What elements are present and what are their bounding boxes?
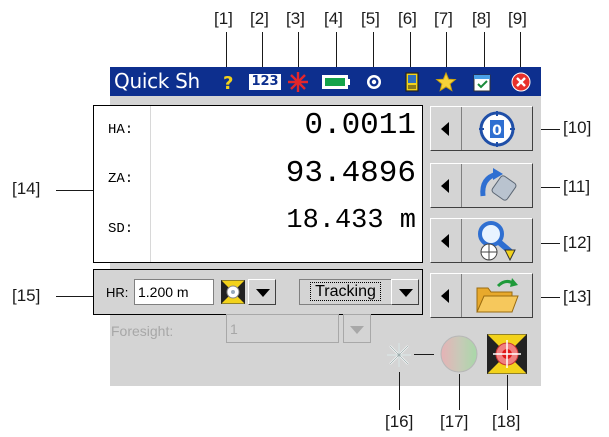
- prism-dropdown-button[interactable]: [248, 279, 276, 305]
- callout-13: [13]: [563, 287, 592, 306]
- sd-label: SD:: [108, 221, 134, 237]
- instrument-turn-icon: [467, 166, 527, 206]
- laser-pointer-icon[interactable]: [385, 341, 413, 369]
- favorites-icon[interactable]: [435, 71, 457, 93]
- callout-3: [3]: [286, 9, 305, 28]
- measure-button[interactable]: 0: [430, 106, 533, 151]
- measure-icon: 0: [467, 109, 527, 149]
- callout-10: [10]: [563, 118, 592, 137]
- callout-11: [11]: [563, 177, 591, 196]
- measurement-divider: [150, 106, 151, 262]
- foresight-label: Foresight:: [111, 323, 174, 339]
- status-light-icon: [440, 335, 478, 373]
- turn-options-arrow[interactable]: [431, 164, 462, 207]
- callout-1: [1]: [214, 9, 233, 28]
- callout-14: [14]: [12, 179, 41, 198]
- search-target-icon: [467, 221, 527, 262]
- za-label: ZA:: [108, 171, 134, 187]
- leader-3: [298, 32, 299, 68]
- tracking-mode-select[interactable]: Tracking: [299, 279, 392, 305]
- callout-4: [4]: [324, 9, 343, 28]
- callout-17: [17]: [440, 412, 469, 431]
- callout-12: [12]: [563, 233, 592, 252]
- left-arrow-icon: [441, 289, 449, 303]
- measurement-panel: HA: 0.0011 ZA: 93.4896 SD: 18.433 m: [93, 105, 423, 263]
- hr-input[interactable]: [134, 279, 214, 305]
- ha-value: 0.0011: [304, 108, 416, 143]
- tracking-mode-value: Tracking: [310, 282, 381, 301]
- input-mode-label: 123: [248, 73, 282, 91]
- callout-9: [9]: [508, 9, 527, 28]
- leader-16-vertical: [399, 372, 400, 410]
- laser-icon[interactable]: [287, 71, 309, 93]
- open-file-button[interactable]: [430, 273, 533, 318]
- callout-7: [7]: [434, 9, 453, 28]
- foresight-input[interactable]: [226, 314, 339, 343]
- title-bar: Quick Sh ? 123: [110, 67, 541, 96]
- leader-4: [336, 32, 337, 68]
- battery-icon: [322, 71, 350, 93]
- svg-text:?: ?: [223, 73, 233, 93]
- help-icon[interactable]: ?: [217, 71, 239, 93]
- device-icon[interactable]: [401, 71, 423, 93]
- input-mode-icon[interactable]: 123: [248, 71, 282, 93]
- app-title: Quick Sh: [114, 69, 200, 93]
- leader-17: [459, 374, 460, 410]
- leader-6: [410, 32, 411, 68]
- leader-1: [226, 32, 227, 68]
- chevron-down-icon: [399, 289, 413, 297]
- sd-value: 18.433 m: [286, 206, 416, 236]
- task-icon[interactable]: [472, 71, 494, 93]
- chevron-down-icon: [350, 326, 364, 334]
- callout-16: [16]: [385, 412, 414, 431]
- measure-options-arrow[interactable]: [431, 107, 462, 150]
- foresight-dropdown-button[interactable]: [343, 314, 371, 343]
- open-folder-icon: [467, 276, 527, 316]
- search-target-button[interactable]: [430, 218, 533, 263]
- leader-9: [520, 32, 521, 68]
- callout-2: [2]: [250, 9, 269, 28]
- hr-label: HR:: [106, 285, 129, 300]
- leader-7: [446, 32, 447, 68]
- leader-5: [373, 32, 374, 68]
- hr-row: HR: Tracking: [93, 269, 423, 315]
- left-arrow-icon: [441, 179, 449, 193]
- prism-target-icon[interactable]: [220, 279, 246, 305]
- close-icon[interactable]: [510, 71, 532, 93]
- leader-15: [56, 296, 93, 297]
- leader-2: [262, 32, 263, 68]
- left-arrow-icon: [441, 122, 449, 136]
- settings-icon[interactable]: [363, 71, 385, 93]
- leader-8: [484, 32, 485, 68]
- search-options-arrow[interactable]: [431, 219, 462, 262]
- open-options-arrow[interactable]: [431, 274, 462, 317]
- za-value: 93.4896: [285, 156, 416, 191]
- callout-5: [5]: [361, 9, 380, 28]
- turn-instrument-button[interactable]: [430, 163, 533, 208]
- chevron-down-icon: [256, 289, 270, 297]
- callout-18: [18]: [492, 412, 521, 431]
- leader-18: [507, 375, 508, 410]
- leader-16: [414, 354, 434, 355]
- callout-6: [6]: [398, 9, 417, 28]
- target-prism-icon[interactable]: [486, 333, 528, 375]
- left-arrow-icon: [441, 234, 449, 248]
- ha-label: HA:: [108, 122, 134, 138]
- tracking-dropdown-button[interactable]: [391, 279, 419, 305]
- callout-15: [15]: [12, 286, 41, 305]
- leader-14: [56, 190, 93, 191]
- measure-digit: 0: [492, 123, 502, 139]
- callout-8: [8]: [472, 9, 491, 28]
